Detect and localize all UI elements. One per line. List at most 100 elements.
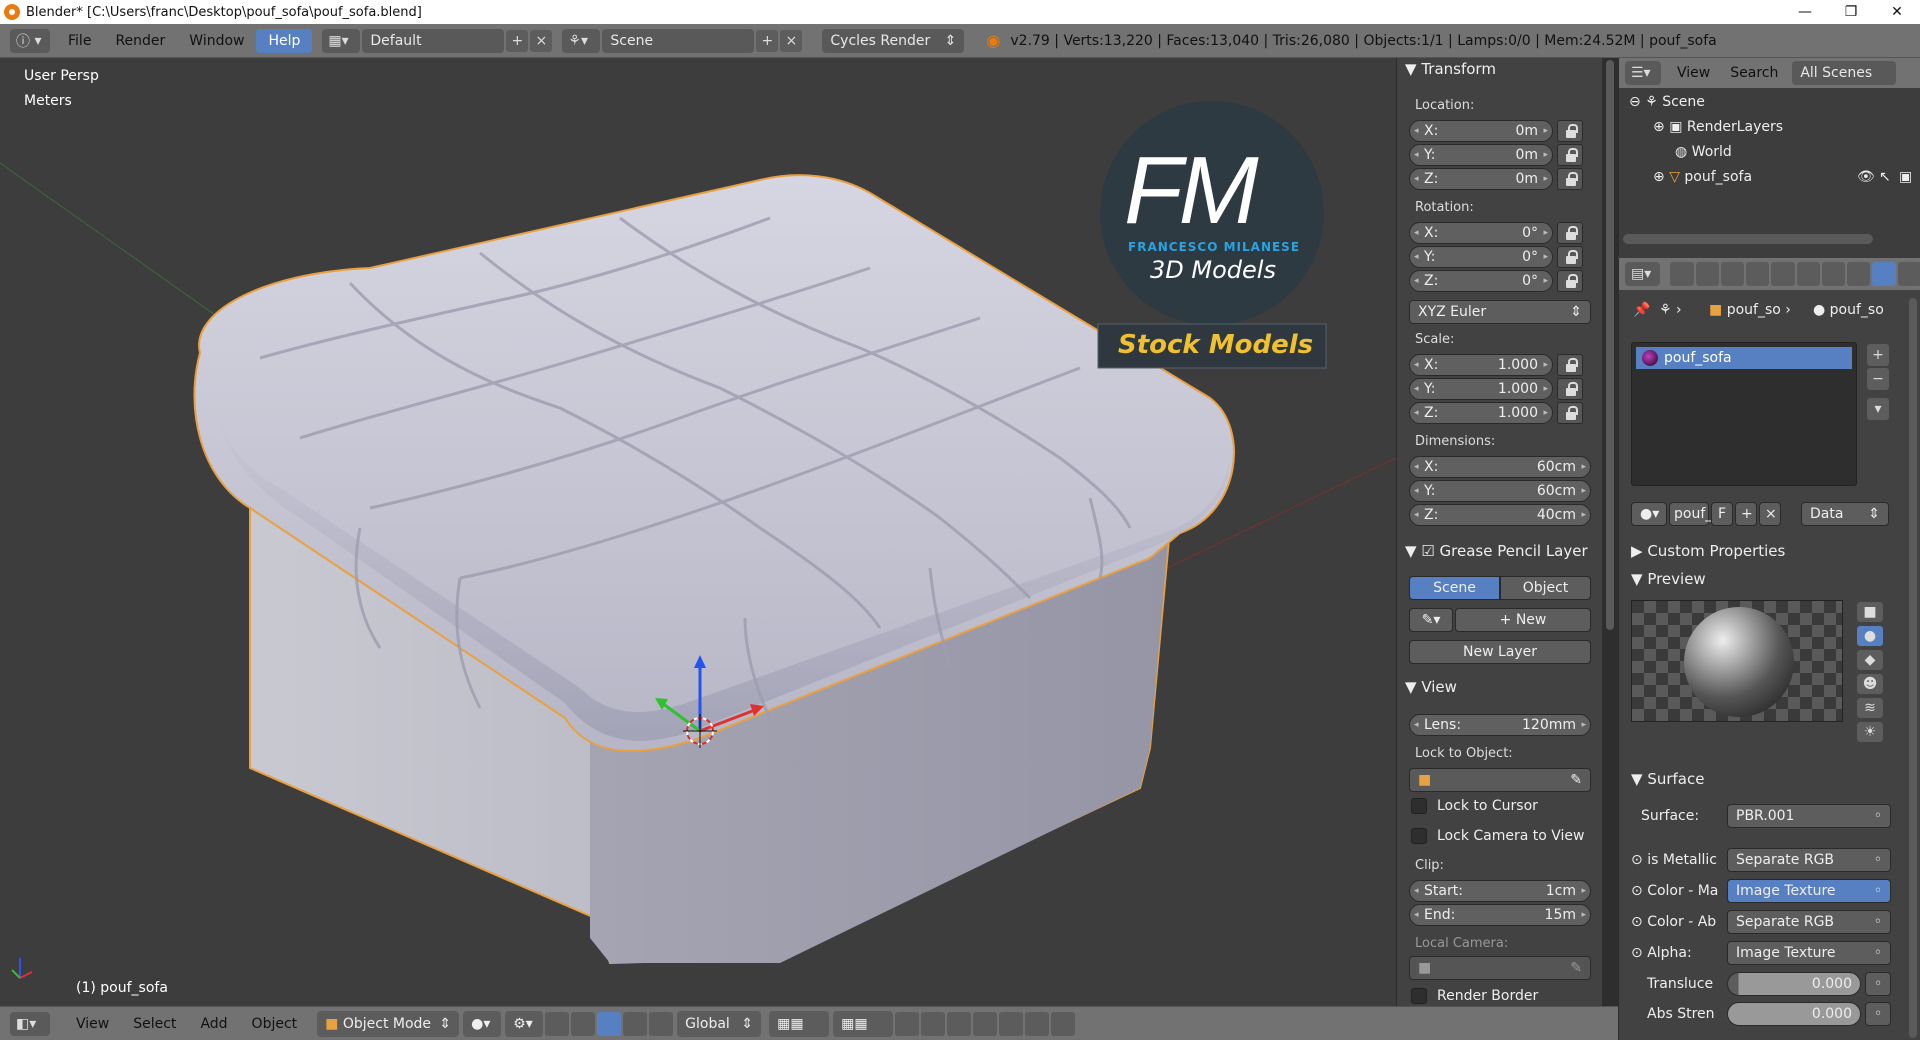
pencil-icon[interactable]: ✎▾ xyxy=(1409,608,1453,632)
material-slot-item[interactable]: pouf_sofa xyxy=(1636,347,1852,369)
menu-select[interactable]: Select xyxy=(121,1016,188,1032)
scene-icon[interactable]: ⚘▾ xyxy=(562,28,601,53)
texture-tab-icon[interactable] xyxy=(1897,262,1920,286)
fake-user-button[interactable]: F xyxy=(1711,502,1733,526)
grease-scene-tab[interactable]: Scene xyxy=(1409,576,1500,600)
mode-select[interactable]: ■ Object Mode ⇕ xyxy=(317,1010,460,1037)
surface-header[interactable]: ▼ Surface xyxy=(1631,770,1704,788)
rotation-y-field[interactable]: Y:0° xyxy=(1409,246,1553,268)
render-icon[interactable] xyxy=(1025,1011,1050,1036)
view-panel-header[interactable]: ▼ View xyxy=(1405,678,1457,696)
remove-slot-icon[interactable]: − xyxy=(1867,368,1889,390)
menu-object[interactable]: Object xyxy=(240,1016,310,1032)
menu-window[interactable]: Window xyxy=(177,33,256,49)
delete-screen-icon[interactable]: × xyxy=(530,29,553,52)
render-engine-select[interactable]: Cycles Render ⇕ xyxy=(822,28,965,53)
scale-x-field[interactable]: X:1.000 xyxy=(1409,354,1553,376)
input-alpha-field[interactable]: Image Texture ◦ xyxy=(1727,941,1891,965)
modifiers-tab-icon[interactable] xyxy=(1821,262,1846,286)
slot-menu-icon[interactable]: ▾ xyxy=(1867,398,1889,420)
location-z-field[interactable]: Z:0m xyxy=(1409,168,1553,190)
rotation-x-field[interactable]: X:0° xyxy=(1409,222,1553,244)
snap-element-icon[interactable] xyxy=(999,1011,1024,1036)
lock-cursor-checkbox[interactable] xyxy=(1411,798,1427,814)
outliner-view-menu[interactable]: View xyxy=(1677,65,1710,81)
lock-icon[interactable] xyxy=(1557,270,1583,292)
manipulator-toggle-icon[interactable] xyxy=(545,1011,570,1036)
editor-type-button[interactable]: ⓘ ▾ xyxy=(10,28,50,53)
select-arrow-icon[interactable]: ↖ xyxy=(1879,169,1891,185)
scene-name-field[interactable]: Scene xyxy=(602,28,755,53)
rotate-icon[interactable] xyxy=(597,1011,622,1036)
scale-z-field[interactable]: Z:1.000 xyxy=(1409,402,1553,424)
close-icon[interactable]: ✕ xyxy=(1874,0,1920,24)
outliner-filter-select[interactable]: All Scenes xyxy=(1792,61,1897,85)
menu-file[interactable]: File xyxy=(56,33,103,49)
screen-name-field[interactable]: Default xyxy=(362,28,505,53)
snap-target-icon[interactable] xyxy=(973,1011,998,1036)
render-camera-icon[interactable]: ▣ xyxy=(1899,169,1912,185)
input-color-ma-field[interactable]: Image Texture ◦ xyxy=(1727,879,1891,903)
object-tab-icon[interactable] xyxy=(1771,262,1795,286)
dimension-y-field[interactable]: Y:60cm xyxy=(1409,480,1591,502)
preview-cube-icon[interactable]: ◆ xyxy=(1857,650,1883,670)
transform-panel-header[interactable]: ▼ Transform xyxy=(1405,60,1496,78)
outliner-search-menu[interactable]: Search xyxy=(1730,65,1778,81)
surface-shader-field[interactable]: PBR.001 ◦ xyxy=(1727,804,1891,828)
location-x-field[interactable]: X:0m xyxy=(1409,120,1553,142)
preview-monkey-icon[interactable]: ☻ xyxy=(1857,674,1883,694)
outliner-item-world[interactable]: ◍ World xyxy=(1675,144,1732,160)
delete-scene-icon[interactable]: × xyxy=(780,29,803,52)
npanel-scrollbar[interactable] xyxy=(1606,60,1614,630)
lock-icon[interactable] xyxy=(1557,120,1583,142)
screen-layout-icon[interactable]: ▦▾ xyxy=(322,28,361,53)
3d-viewport[interactable]: User Persp Meters (1) pouf_sofa FM FRANC… xyxy=(0,58,1396,1006)
lock-icon[interactable] xyxy=(1557,144,1583,166)
preview-sphere-icon[interactable]: ● xyxy=(1857,626,1883,646)
lock-camera-checkbox[interactable] xyxy=(1411,828,1427,844)
viewport-editor-icon[interactable]: ◧▾ xyxy=(10,1011,50,1036)
outliner-editor-icon[interactable]: ☰▾ xyxy=(1625,61,1661,85)
menu-help[interactable]: Help xyxy=(256,28,313,53)
clip-end-field[interactable]: End:15m xyxy=(1409,904,1591,926)
constraints-tab-icon[interactable] xyxy=(1796,262,1820,286)
eyedropper-icon[interactable]: ✎ xyxy=(1570,960,1582,976)
menu-view[interactable]: View xyxy=(64,1016,121,1032)
render-border-checkbox[interactable] xyxy=(1411,988,1427,1004)
proportional-edit-icon[interactable] xyxy=(921,1011,946,1036)
material-browse-icon[interactable]: ●▾ xyxy=(1631,502,1667,526)
lock-layers-icon[interactable] xyxy=(895,1011,920,1036)
restore-icon[interactable]: ❐ xyxy=(1828,0,1874,24)
lens-field[interactable]: Lens:120mm xyxy=(1409,714,1591,736)
lock-object-field[interactable]: ■ ✎ xyxy=(1409,768,1591,792)
preview-flat-icon[interactable]: ■ xyxy=(1857,602,1883,622)
preview-hair-icon[interactable]: ≋ xyxy=(1857,698,1883,718)
layers-tab-icon[interactable] xyxy=(1695,262,1719,286)
translucency-slider[interactable]: 0.000 xyxy=(1727,972,1861,996)
outliner-item-scene[interactable]: ⊖ ⚘ Scene xyxy=(1629,94,1705,110)
rotation-mode-select[interactable]: XYZ Euler ⇕ xyxy=(1409,300,1591,324)
minimize-icon[interactable]: — xyxy=(1782,0,1828,24)
material-name-field[interactable]: pouf_ xyxy=(1669,502,1712,526)
layers-grid-b[interactable]: ▦▦ xyxy=(833,1010,894,1037)
outliner-item-renderlayers[interactable]: ⊕ ▣ RenderLayers xyxy=(1653,119,1783,135)
grease-new-button[interactable]: + New xyxy=(1455,608,1591,632)
lock-icon[interactable] xyxy=(1557,168,1583,190)
data-tab-icon[interactable] xyxy=(1847,262,1871,286)
pin-icon[interactable]: 📌 xyxy=(1633,302,1650,318)
scale-y-field[interactable]: Y:1.000 xyxy=(1409,378,1553,400)
world-tab-icon[interactable] xyxy=(1746,262,1770,286)
rotation-z-field[interactable]: Z:0° xyxy=(1409,270,1553,292)
properties-editor-icon[interactable]: ▤▾ xyxy=(1625,262,1661,286)
add-screen-icon[interactable]: + xyxy=(506,29,529,52)
lock-icon[interactable] xyxy=(1557,354,1583,376)
layers-grid-a[interactable]: ▦▦ xyxy=(769,1010,830,1037)
input-metallic-field[interactable]: Separate RGB ◦ xyxy=(1727,848,1891,872)
material-link-select[interactable]: Data ⇕ xyxy=(1801,502,1889,526)
socket-icon[interactable]: ◦ xyxy=(1865,1002,1891,1026)
outliner-scrollbar[interactable] xyxy=(1623,234,1873,244)
socket-icon[interactable]: ◦ xyxy=(1865,972,1891,996)
orientation-select[interactable]: Global ⇕ xyxy=(677,1010,762,1037)
abs-strength-slider[interactable]: 0.000 xyxy=(1727,1002,1861,1026)
new-layer-button[interactable]: New Layer xyxy=(1409,640,1591,664)
